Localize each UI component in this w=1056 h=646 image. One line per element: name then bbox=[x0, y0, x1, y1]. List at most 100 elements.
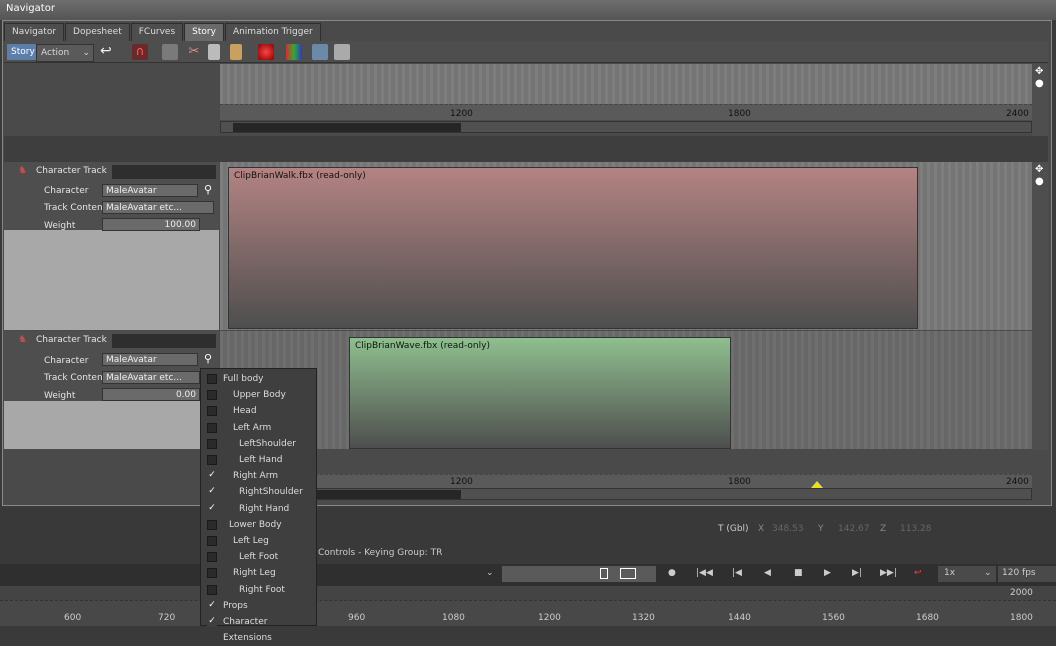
checkbox[interactable] bbox=[207, 422, 217, 433]
prev-key-icon[interactable]: |◀ bbox=[732, 568, 742, 578]
tab-fcurves[interactable]: FCurves bbox=[130, 23, 184, 41]
move-icon[interactable]: ✥ bbox=[1035, 164, 1043, 175]
copy-icon[interactable] bbox=[208, 44, 220, 60]
speed-value: 1x bbox=[944, 568, 956, 578]
timeline-label: 720 bbox=[158, 613, 176, 623]
menu-item-label: Left Foot bbox=[239, 552, 279, 563]
menu-item[interactable]: ✓ Right Hand bbox=[201, 501, 317, 517]
menu-item[interactable]: Left Foot bbox=[201, 549, 317, 565]
top-scrollbar[interactable] bbox=[220, 121, 1032, 133]
z-value[interactable]: 113.28 bbox=[900, 524, 932, 534]
dot-icon[interactable]: ● bbox=[668, 568, 676, 578]
checkbox[interactable]: ✓ bbox=[207, 471, 217, 482]
end-frame[interactable]: 2000 bbox=[1010, 588, 1033, 598]
checkbox[interactable] bbox=[207, 536, 217, 546]
go-start-icon[interactable]: |◀◀ bbox=[696, 568, 713, 578]
checkbox[interactable]: ✓ bbox=[207, 503, 217, 514]
menu-item-label: RightShoulder bbox=[239, 487, 303, 498]
zoom-icon[interactable]: ● bbox=[1035, 176, 1044, 187]
paste-icon[interactable] bbox=[230, 44, 242, 60]
menu-item[interactable]: Full body bbox=[201, 371, 317, 387]
checkbox[interactable] bbox=[207, 519, 217, 530]
checkbox[interactable]: ✓ bbox=[207, 600, 217, 611]
loop-icon[interactable]: ↩ bbox=[914, 568, 922, 578]
tab-navigator[interactable]: Navigator bbox=[4, 23, 65, 41]
menu-item[interactable]: Left Arm bbox=[201, 420, 317, 436]
track-content-field[interactable]: MaleAvatar etc... bbox=[102, 371, 200, 384]
menu-item-label: Right Leg bbox=[233, 568, 276, 579]
checkbox[interactable] bbox=[207, 568, 217, 579]
menu-item[interactable]: Right Leg bbox=[201, 565, 317, 581]
checkbox[interactable] bbox=[207, 374, 217, 384]
render-icon[interactable] bbox=[334, 44, 350, 60]
x-value[interactable]: 348.53 bbox=[772, 524, 804, 534]
zoom-icon[interactable]: ● bbox=[1035, 78, 1044, 89]
double-frame-icon[interactable] bbox=[620, 568, 636, 579]
monitor-icon[interactable] bbox=[312, 44, 328, 60]
move-icon[interactable]: ✥ bbox=[1035, 66, 1043, 77]
character-select[interactable]: MaleAvatar bbox=[102, 184, 198, 197]
clip-brian-wave[interactable]: ClipBrianWave.fbx (read-only) bbox=[349, 337, 731, 449]
single-frame-icon[interactable] bbox=[600, 568, 608, 579]
frame-display[interactable] bbox=[502, 566, 656, 582]
checkbox[interactable] bbox=[207, 552, 217, 563]
play-icon[interactable]: ▶ bbox=[824, 568, 831, 578]
magnet-icon[interactable]: ∩ bbox=[132, 44, 148, 60]
weight-field[interactable]: 100.00 bbox=[102, 218, 200, 231]
clip-brian-walk[interactable]: ClipBrianWalk.fbx (read-only) bbox=[228, 167, 918, 329]
menu-item[interactable]: Right Foot bbox=[201, 582, 317, 598]
body-icon[interactable]: ⚲ bbox=[204, 183, 212, 196]
fps-select[interactable]: 120 fps bbox=[998, 566, 1056, 582]
action-dropdown[interactable]: Action ⌄ bbox=[36, 44, 94, 62]
tab-story[interactable]: Story bbox=[184, 23, 224, 41]
tab-dopesheet[interactable]: Dopesheet bbox=[65, 23, 130, 41]
tab-animation-trigger[interactable]: Animation Trigger bbox=[224, 23, 321, 41]
character-select[interactable]: MaleAvatar bbox=[102, 353, 198, 366]
track-1-controls[interactable] bbox=[112, 165, 216, 179]
step-back-icon[interactable]: ◀ bbox=[764, 568, 771, 578]
menu-item[interactable]: LeftShoulder bbox=[201, 436, 317, 452]
color-tracks-icon[interactable] bbox=[286, 44, 302, 60]
track-content-field[interactable]: MaleAvatar etc... bbox=[102, 201, 214, 214]
bottom-scrollbar[interactable] bbox=[220, 488, 1032, 500]
body-icon[interactable]: ⚲ bbox=[204, 352, 212, 365]
stop-icon[interactable]: ■ bbox=[794, 568, 803, 578]
next-key-icon[interactable]: ▶| bbox=[852, 568, 862, 578]
track-2-controls[interactable] bbox=[112, 334, 216, 348]
menu-item[interactable]: Upper Body bbox=[201, 387, 317, 403]
menu-item[interactable]: Head bbox=[201, 403, 317, 419]
weight-field[interactable]: 0.00 bbox=[102, 388, 200, 401]
menu-item[interactable]: ✓ Character Extensions bbox=[201, 614, 317, 643]
menu-item[interactable]: ✓ RightShoulder bbox=[201, 484, 317, 500]
checkbox[interactable] bbox=[207, 390, 217, 401]
top-ruler[interactable]: 1200 1800 2400 bbox=[220, 104, 1032, 120]
menu-item-label: Full body bbox=[223, 374, 264, 384]
menu-item[interactable]: ✓ Props bbox=[201, 598, 317, 614]
return-arrow-icon[interactable]: ↩ bbox=[100, 44, 116, 60]
track-scrollbar[interactable]: ✥ ● bbox=[1032, 162, 1048, 450]
character-icon: ♞ bbox=[18, 334, 27, 345]
record-icon[interactable] bbox=[258, 44, 274, 60]
speed-select[interactable]: 1x ⌄ bbox=[938, 566, 996, 582]
menu-item[interactable]: Left Leg bbox=[201, 533, 317, 549]
cut-icon[interactable]: ✂ bbox=[186, 44, 202, 60]
bottom-ruler[interactable]: 1200 1800 2400 bbox=[220, 474, 1032, 488]
playhead-marker-icon[interactable] bbox=[811, 481, 823, 488]
checkbox[interactable] bbox=[207, 406, 217, 417]
checkbox[interactable] bbox=[207, 584, 217, 595]
chevron-down-icon[interactable]: ⌄ bbox=[486, 568, 494, 578]
menu-item[interactable]: Lower Body bbox=[201, 517, 317, 533]
global-timeline[interactable]: 600 720 960 1080 1200 1320 1440 1560 168… bbox=[0, 600, 1056, 626]
ruler-label: 2400 bbox=[1006, 109, 1029, 119]
checkbox[interactable]: ✓ bbox=[207, 487, 217, 498]
range-slider[interactable]: 2000 bbox=[0, 586, 1056, 600]
menu-item[interactable]: ✓ Right Arm bbox=[201, 468, 317, 484]
go-end-icon[interactable]: ▶▶| bbox=[880, 568, 897, 578]
story-mode-button[interactable]: Story bbox=[7, 44, 39, 60]
menu-item[interactable]: Left Hand bbox=[201, 452, 317, 468]
checkbox[interactable] bbox=[207, 455, 217, 465]
edit-track-icon[interactable] bbox=[162, 44, 178, 60]
y-value[interactable]: 142.67 bbox=[838, 524, 870, 534]
scrollbar-thumb[interactable] bbox=[233, 123, 461, 132]
checkbox[interactable] bbox=[207, 438, 217, 449]
